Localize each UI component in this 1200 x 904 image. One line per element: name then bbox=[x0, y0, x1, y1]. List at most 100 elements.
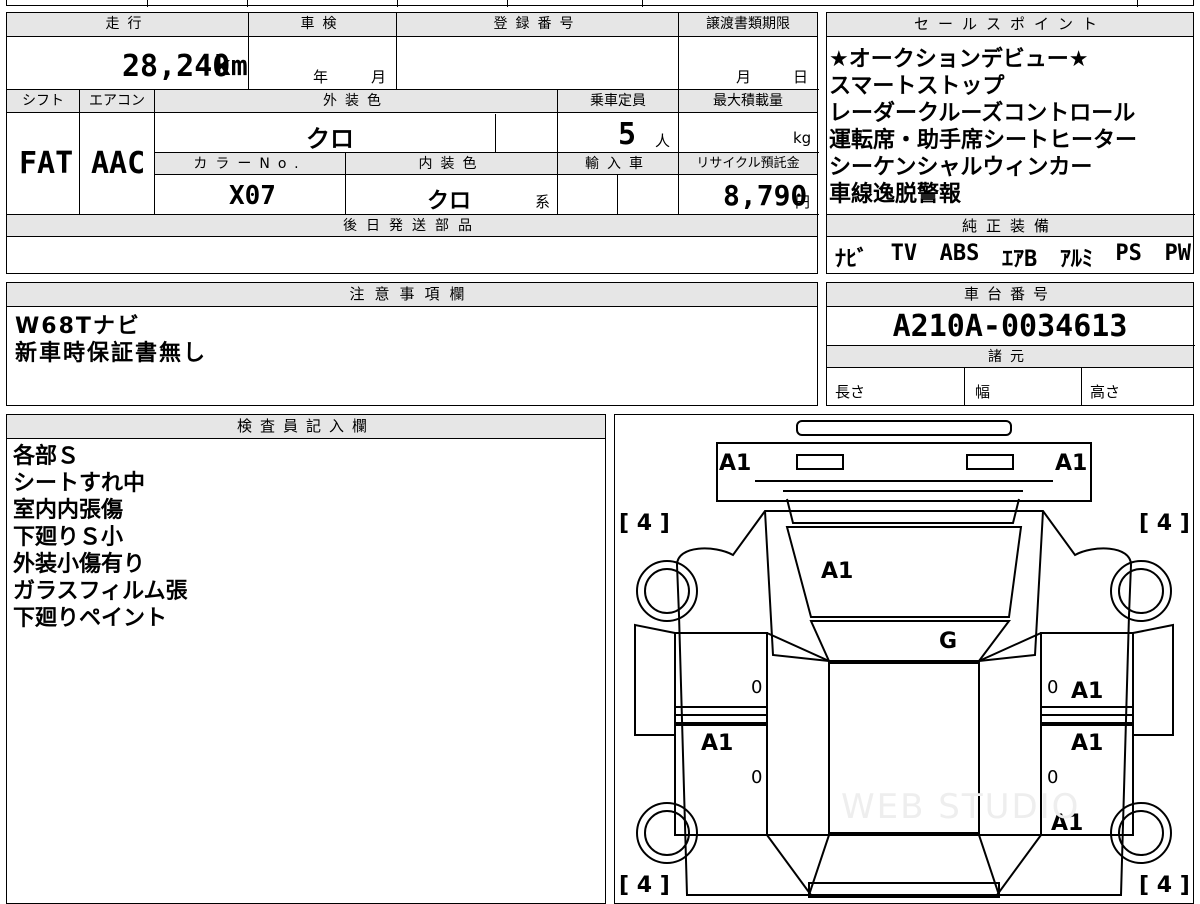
height-label: 高さ bbox=[1090, 383, 1121, 401]
inspection-month: 月 bbox=[371, 68, 387, 86]
chassis-box: 車台番号 A210A-0034613 諸元 長さ 幅 高さ bbox=[826, 282, 1195, 406]
transfer-day: 日 bbox=[793, 68, 809, 86]
inspector-line: ガラスフィルム張 bbox=[13, 579, 188, 604]
inspector-line: 下廻りＳ小 bbox=[13, 525, 124, 550]
equipment-label: 純正装備 bbox=[827, 215, 1193, 237]
car-diagram bbox=[634, 420, 1174, 898]
capacity-value: 5 bbox=[618, 117, 637, 152]
inspector-line: シートすれ中 bbox=[13, 471, 146, 496]
equipment-list: ﾅﾋﾞ TV ABS ｴｱB ｱﾙﾐ PS PW bbox=[835, 241, 1191, 273]
chassis-number: A210A-0034613 bbox=[892, 309, 1128, 344]
note-line: W68Tナビ bbox=[15, 314, 141, 339]
top-strip bbox=[6, 0, 1194, 7]
width-label: 幅 bbox=[975, 383, 991, 401]
mark-right-rear-door: A1 bbox=[1071, 731, 1104, 756]
sales-point-item: 車線逸脱警報 bbox=[829, 182, 962, 207]
tire-mark-rr: [ 4 ] bbox=[1139, 873, 1190, 898]
mark-left-rear-door: A1 bbox=[701, 731, 734, 756]
int-color-suffix: 系 bbox=[535, 193, 551, 211]
equipment-item: ｴｱB bbox=[1002, 247, 1038, 272]
later-parts-label: 後日発送部品 bbox=[7, 215, 817, 237]
max-load-unit: kg bbox=[793, 129, 812, 147]
sales-point-item: 運転席・助手席シートヒーター bbox=[829, 128, 1138, 153]
ac-label: エアコン bbox=[80, 90, 154, 113]
ac-value: AAC bbox=[91, 146, 146, 181]
equipment-item: TV bbox=[890, 241, 918, 266]
watermark: WEB STUDIO bbox=[841, 787, 1081, 827]
chassis-label: 車台番号 bbox=[827, 283, 1193, 307]
capacity-unit: 人 bbox=[655, 132, 671, 150]
zero-mark: 0 bbox=[1047, 677, 1059, 698]
tire-mark-fr: [ 4 ] bbox=[1139, 511, 1190, 536]
mark-hood: A1 bbox=[821, 559, 854, 584]
equipment-item: ﾅﾋﾞ bbox=[835, 247, 869, 272]
tire-front-right-inner bbox=[1118, 568, 1164, 614]
recycle-label: リサイクル預託金 bbox=[679, 153, 817, 175]
headlight-right bbox=[966, 454, 1014, 470]
mark-windshield: G bbox=[939, 629, 958, 654]
inspector-lines: 各部Ｓ シートすれ中 室内内張傷 下廻りＳ小 外装小傷有り ガラスフィルム張 下… bbox=[13, 443, 188, 632]
length-label: 長さ bbox=[835, 383, 866, 401]
mileage-unit: km bbox=[214, 49, 248, 82]
shift-value: FAT bbox=[19, 146, 74, 181]
tire-rear-right-inner bbox=[1118, 810, 1164, 856]
equipment-item: ABS bbox=[939, 241, 980, 266]
inspector-box: 検査員記入欄 各部Ｓ シートすれ中 室内内張傷 下廻りＳ小 外装小傷有り ガラス… bbox=[6, 414, 606, 904]
ext-color-label: 外装色 bbox=[155, 90, 557, 113]
color-no-value: X07 bbox=[229, 181, 276, 211]
inspection-label: 車検 bbox=[249, 13, 396, 37]
int-color-value: クロ bbox=[427, 189, 472, 214]
sales-point-item: シーケンシャルウィンカー bbox=[829, 155, 1093, 180]
sales-points-box: セールスポイント ★オークションデビュー★ スマートストップ レーダークルーズコ… bbox=[826, 12, 1195, 274]
int-color-label: 内装色 bbox=[346, 153, 557, 175]
capacity-label: 乗車定員 bbox=[558, 90, 678, 113]
mark-front-left: A1 bbox=[719, 451, 752, 476]
note-line: 新車時保証書無し bbox=[15, 341, 208, 366]
inspector-line: 外装小傷有り bbox=[13, 552, 146, 577]
mileage-label: 走行 bbox=[7, 13, 248, 37]
sales-point-item: ★オークションデビュー★ bbox=[829, 47, 1089, 72]
registration-label: 登録番号 bbox=[397, 13, 678, 37]
mark-right-front-door: A1 bbox=[1071, 679, 1104, 704]
front-panel bbox=[716, 442, 1092, 502]
shift-label: シフト bbox=[7, 90, 79, 113]
zero-mark: 0 bbox=[751, 767, 763, 788]
body-outline bbox=[675, 510, 1133, 896]
sales-point-item: レーダークルーズコントロール bbox=[829, 101, 1136, 126]
equipment-item: PS bbox=[1115, 241, 1142, 266]
vehicle-info-table: 走行 車検 登録番号 譲渡書類期限 28,240 km 年 月 月 日 シフト … bbox=[6, 12, 819, 274]
spec-label: 諸元 bbox=[827, 346, 1193, 368]
transfer-month: 月 bbox=[736, 68, 752, 86]
inspector-line: 室内内張傷 bbox=[13, 498, 124, 523]
inspector-line: 各部Ｓ bbox=[13, 444, 80, 469]
transfer-label: 譲渡書類期限 bbox=[679, 13, 817, 37]
equipment-item: PW bbox=[1164, 241, 1192, 266]
sales-points-list: ★オークションデビュー★ スマートストップ レーダークルーズコントロール 運転席… bbox=[829, 46, 1137, 208]
sales-points-label: セールスポイント bbox=[827, 13, 1193, 37]
max-load-label: 最大積載量 bbox=[679, 90, 817, 113]
recycle-fee-unit: 円 bbox=[795, 193, 811, 211]
inspection-year: 年 bbox=[313, 68, 329, 86]
import-label: 輸入車 bbox=[558, 153, 678, 175]
tire-rear-left-inner bbox=[644, 810, 690, 856]
equipment-item: ｱﾙﾐ bbox=[1059, 247, 1093, 272]
notes-box: 注意事項欄 W68Tナビ 新車時保証書無し bbox=[6, 282, 818, 406]
inspector-label: 検査員記入欄 bbox=[7, 415, 605, 439]
ext-color-value: クロ bbox=[306, 125, 354, 153]
color-no-label: カラーNo. bbox=[155, 153, 345, 175]
headlight-left bbox=[796, 454, 844, 470]
tire-mark-fl: [ 4 ] bbox=[619, 511, 670, 536]
windshield bbox=[809, 620, 1011, 662]
notes-lines: W68Tナビ 新車時保証書無し bbox=[15, 313, 207, 367]
mark-front-right: A1 bbox=[1055, 451, 1088, 476]
tire-mark-rl: [ 4 ] bbox=[619, 873, 670, 898]
inspector-line: 下廻りペイント bbox=[13, 606, 168, 631]
notes-label: 注意事項欄 bbox=[7, 283, 817, 307]
rear-window bbox=[807, 834, 1001, 896]
damage-diagram-box: A1 A1 A1 G A1 A1 A1 A1 [ 4 ] [ 4 ] [ 4 ]… bbox=[614, 414, 1194, 904]
tire-front-left-inner bbox=[644, 568, 690, 614]
zero-mark: 0 bbox=[751, 677, 763, 698]
zero-mark: 0 bbox=[1047, 767, 1059, 788]
sales-point-item: スマートストップ bbox=[829, 74, 1005, 99]
front-bumper bbox=[796, 420, 1012, 436]
